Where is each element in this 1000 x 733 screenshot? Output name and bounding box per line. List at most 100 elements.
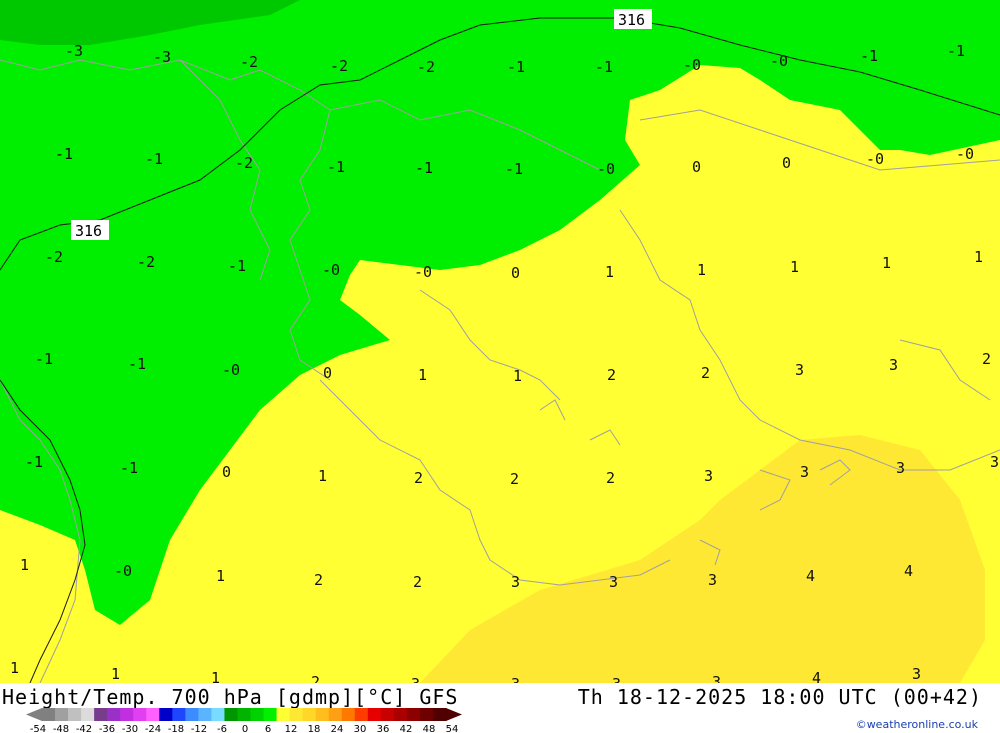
temp-label: -1 (595, 58, 613, 76)
scale-tick-label: -30 (122, 724, 138, 733)
temp-label: -0 (222, 361, 240, 379)
scale-swatch (185, 708, 199, 721)
scale-swatch (42, 708, 56, 721)
temp-label: 3 (795, 361, 804, 379)
temp-label: -1 (415, 159, 433, 177)
scale-tick-label: 36 (377, 724, 390, 733)
temp-label: 1 (211, 669, 220, 683)
weather-map: 316 316 -3 -3 -2 -2 -2 -1 -1 -0 -0 -1 -1… (0, 0, 1000, 683)
temp-label: 1 (216, 567, 225, 585)
scale-swatch (341, 708, 356, 721)
scale-tick-label: 30 (354, 724, 367, 733)
temp-label: -0 (866, 150, 884, 168)
temp-label: -2 (137, 253, 155, 271)
scale-tick-label: 18 (308, 724, 321, 733)
temp-label: 1 (697, 261, 706, 279)
temp-label: 2 (982, 350, 991, 368)
temp-label: 2 (510, 470, 519, 488)
temp-label: 3 (708, 571, 717, 589)
color-scale: -54 -48 -42 -36 -30 -24 -18 -12 -6 0 6 12 18 24 30 36 42… (26, 708, 462, 733)
temp-label: -2 (417, 58, 435, 76)
temp-label: 2 (311, 673, 320, 683)
color-scale-ticks: -54 -48 -42 -36 -30 -24 -18 -12 -6 0 6 12 18 24 30 36 42… (30, 724, 459, 733)
temp-label: 1 (513, 367, 522, 385)
temp-label: -1 (35, 350, 53, 368)
temp-label: 3 (990, 453, 999, 471)
temp-label: -0 (597, 160, 615, 178)
temp-label: 1 (790, 258, 799, 276)
valid-time: Th 18-12-2025 18:00 UTC (00+42) (577, 685, 982, 709)
scale-swatch (302, 708, 317, 721)
temp-label: 3 (889, 356, 898, 374)
temp-label: 1 (20, 556, 29, 574)
temp-label: -1 (327, 158, 345, 176)
temp-label: 3 (612, 675, 621, 683)
temp-label: -3 (65, 42, 83, 60)
scale-swatch (55, 708, 69, 721)
scale-tick-label: 0 (242, 724, 248, 733)
scale-tick-label: -18 (168, 724, 184, 733)
temp-label: 4 (904, 562, 913, 580)
temp-label: 1 (974, 248, 983, 266)
temp-label: -1 (128, 355, 146, 373)
temp-label: -0 (770, 52, 788, 70)
scale-swatch (406, 708, 421, 721)
temp-label: -3 (153, 48, 171, 66)
scale-swatch (211, 708, 225, 721)
temp-label: -1 (25, 453, 43, 471)
temp-label: 1 (605, 263, 614, 281)
scale-tick-label: -48 (53, 724, 69, 733)
scale-tick-label: -12 (191, 724, 207, 733)
temp-label: -0 (322, 261, 340, 279)
scale-tick-label: 6 (265, 724, 271, 733)
scale-swatch (354, 708, 369, 721)
scale-tick-label: 48 (423, 724, 436, 733)
temp-label: 0 (782, 154, 791, 172)
temp-label: -1 (507, 58, 525, 76)
scale-tick-label: 12 (285, 724, 298, 733)
temp-label: -1 (860, 47, 878, 65)
scale-swatch (120, 708, 134, 721)
temp-label: -1 (947, 42, 965, 60)
contour-label-2: 316 (71, 220, 109, 240)
scale-swatch (328, 708, 343, 721)
temp-label: -0 (414, 263, 432, 281)
temp-label: 2 (414, 469, 423, 487)
temp-label: 3 (511, 573, 520, 591)
scale-swatch (432, 708, 447, 721)
scale-tick-label: -24 (145, 724, 161, 733)
temp-label: -0 (956, 145, 974, 163)
temp-label: 0 (222, 463, 231, 481)
temp-label: -1 (505, 160, 523, 178)
temp-label: 4 (806, 567, 815, 585)
scale-tick-label: 54 (446, 724, 459, 733)
temp-label: 3 (609, 573, 618, 591)
temp-label: -0 (683, 56, 701, 74)
credit-link[interactable]: ©weatheronline.co.uk (856, 718, 978, 731)
scale-tick-label: -54 (30, 724, 46, 733)
scale-arrow-right (446, 708, 462, 721)
scale-swatch (276, 708, 291, 721)
scale-arrow-left (26, 708, 42, 721)
scale-swatch (107, 708, 121, 721)
temp-label: 2 (607, 366, 616, 384)
scale-swatch (289, 708, 304, 721)
temp-label: 1 (111, 665, 120, 683)
temp-label: 0 (323, 364, 332, 382)
temp-label: 3 (896, 459, 905, 477)
scale-swatch (380, 708, 395, 721)
scale-swatch (367, 708, 382, 721)
temp-label: 1 (882, 254, 891, 272)
temp-label: 3 (511, 675, 520, 683)
temp-label: 1 (418, 366, 427, 384)
temp-label: 3 (800, 463, 809, 481)
scale-swatch (133, 708, 147, 721)
scale-swatch (419, 708, 434, 721)
temp-label: -1 (120, 459, 138, 477)
temp-label: 3 (712, 673, 721, 683)
scale-swatch (81, 708, 95, 721)
scale-tick-label: 24 (331, 724, 344, 733)
scale-swatch (250, 708, 265, 721)
scale-swatch (224, 708, 238, 721)
contour-label-1: 316 (614, 9, 652, 29)
